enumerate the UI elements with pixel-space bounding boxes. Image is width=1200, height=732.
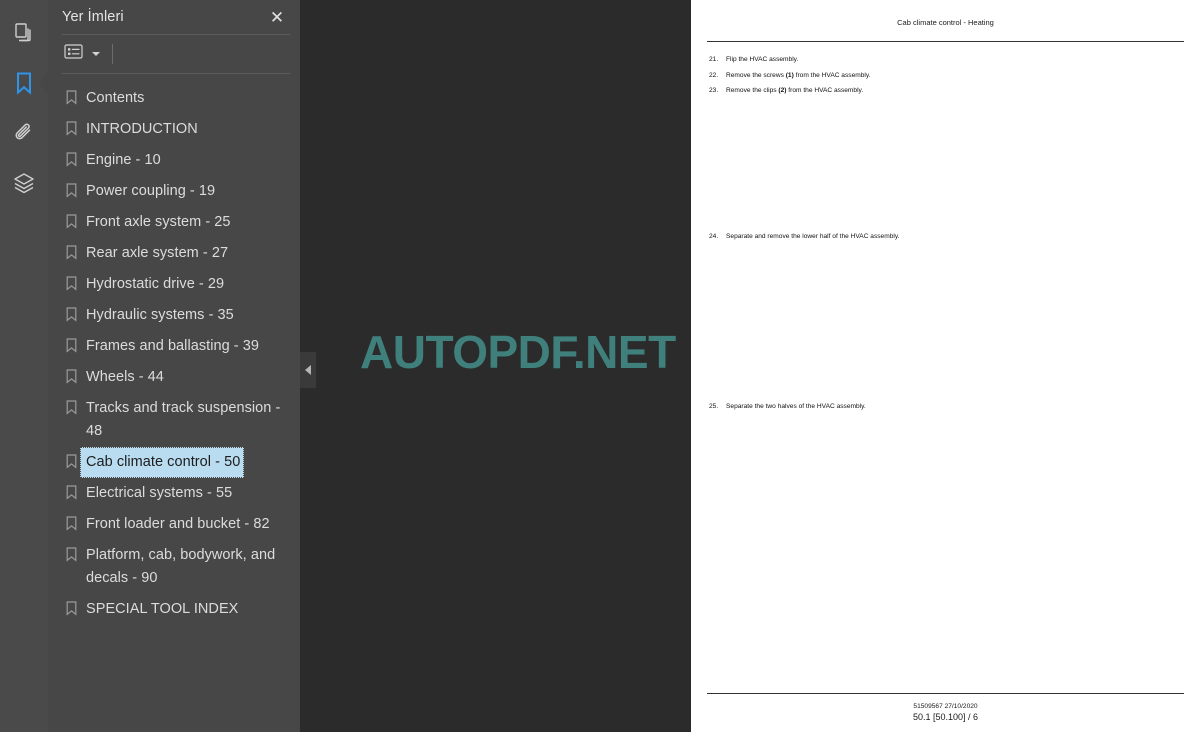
- bookmark-item-icon: [62, 207, 80, 229]
- bookmark-item-icon: [62, 300, 80, 322]
- bookmarks-toolbar: [48, 35, 300, 73]
- bookmark-item-label: Engine - 10: [86, 152, 161, 168]
- bookmark-item-9[interactable]: Wheels - 44: [48, 362, 300, 393]
- page-header-title: Cab climate control - Heating: [897, 18, 994, 27]
- step-text: Flip the HVAC assembly.: [726, 56, 799, 63]
- step-number: 25.: [709, 403, 719, 410]
- bookmark-item-7[interactable]: Hydraulic systems - 35: [48, 300, 300, 331]
- step-number: 21.: [709, 56, 719, 63]
- bookmark-item-icon: [62, 176, 80, 198]
- page-footer-line2: 50.1 [50.100] / 6: [912, 712, 979, 722]
- step-number: 24.: [709, 233, 719, 240]
- step-number: 23.: [709, 87, 719, 95]
- bookmark-item-label: Tracks and track suspension - 48: [86, 400, 281, 439]
- step-text: Separate the two halves of the HVAC asse…: [726, 403, 866, 410]
- bookmark-item-13[interactable]: Front loader and bucket - 82: [48, 509, 300, 540]
- bookmark-item-label: Rear axle system - 27: [86, 245, 229, 261]
- bookmark-item-icon: [62, 331, 80, 353]
- bookmarks-panel: Yer İmleri ✕ Contents INTRODUCTION Engin…: [48, 0, 316, 732]
- bookmarks-list[interactable]: Contents INTRODUCTION Engine - 10 Power cou…: [48, 74, 300, 732]
- procedure-step-4: 25. Separate the two halves of the HVAC a…: [709, 403, 959, 412]
- rail-bookmarks-icon-button[interactable]: [0, 58, 49, 108]
- attachment-icon: [13, 121, 35, 145]
- bookmark-item-1[interactable]: INTRODUCTION: [48, 114, 300, 145]
- bookmarks-panel-title: Yer İmleri: [62, 9, 124, 25]
- panel-collapse-button[interactable]: [300, 352, 316, 388]
- bookmark-item-label: Platform, cab, bodywork, and decals - 90: [86, 547, 276, 586]
- bookmark-item-icon: [62, 145, 80, 167]
- bookmark-item-12[interactable]: Electrical systems - 55: [48, 478, 300, 509]
- bookmark-item-label: Frames and ballasting - 39: [86, 338, 259, 354]
- bookmark-item-14[interactable]: Platform, cab, bodywork, and decals - 90: [48, 540, 300, 594]
- pages-icon: [13, 22, 35, 44]
- bookmark-item-icon: [62, 509, 80, 531]
- bookmark-item-0[interactable]: Contents: [48, 83, 300, 114]
- bookmark-icon: [14, 71, 34, 95]
- list-options-icon: [64, 44, 83, 64]
- bookmark-item-6[interactable]: Hydrostatic drive - 29: [48, 269, 300, 300]
- steps-group-1: 21. Flip the HVAC assembly. 22. Remove the …: [709, 56, 959, 103]
- bookmark-item-icon: [62, 393, 80, 415]
- bookmark-item-10[interactable]: Tracks and track suspension - 48: [48, 393, 300, 447]
- bookmark-item-icon: [62, 594, 80, 616]
- page-footer: 51509567 27/10/2020 50.1 [50.100] / 6: [691, 702, 1200, 722]
- rail-layers-icon-button[interactable]: [0, 158, 48, 208]
- bookmark-item-label: Front loader and bucket - 82: [86, 516, 270, 532]
- bookmark-item-label: Electrical systems - 55: [86, 485, 233, 501]
- bookmark-item-4[interactable]: Front axle system - 25: [48, 207, 300, 238]
- page-footer-line1: 51509567 27/10/2020: [913, 703, 978, 710]
- bookmark-options-button[interactable]: [61, 43, 86, 65]
- step-text: Separate and remove the lower half of th…: [726, 233, 900, 240]
- bookmark-item-15[interactable]: SPECIAL TOOL INDEX: [48, 594, 300, 625]
- procedure-step-2: 23. Remove the clips (2) from the HVAC as…: [709, 87, 959, 96]
- collapse-left-icon: [305, 365, 311, 375]
- bookmark-item-3[interactable]: Power coupling - 19: [48, 176, 300, 207]
- bookmark-item-label: Front axle system - 25: [86, 214, 231, 230]
- bookmark-item-label: Contents: [86, 90, 145, 106]
- procedure-step-3: 24. Separate and remove the lower half of…: [709, 233, 959, 242]
- bookmark-item-icon: [62, 447, 80, 469]
- rail-pages-icon-button[interactable]: [0, 8, 48, 58]
- page-bottom-rule: [707, 693, 1184, 694]
- bookmark-item-icon: [62, 238, 80, 260]
- toolbar-separator: [112, 44, 113, 64]
- bookmark-item-5[interactable]: Rear axle system - 27: [48, 238, 300, 269]
- pdf-viewer-area[interactable]: AUTOPDF.NET Cab climate control - Heatin…: [300, 0, 1200, 732]
- bookmark-item-label: Wheels - 44: [86, 369, 164, 385]
- bookmark-item-icon: [62, 362, 80, 384]
- layers-icon: [12, 172, 36, 194]
- close-icon[interactable]: ✕: [264, 4, 290, 30]
- step-text: Remove the screws (1) from the HVAC asse…: [726, 71, 871, 79]
- bookmark-item-label: Power coupling - 19: [86, 183, 216, 199]
- bookmark-item-label: INTRODUCTION: [86, 121, 198, 137]
- procedure-step-0: 21. Flip the HVAC assembly.: [709, 56, 959, 65]
- pdf-reader-window: Yer İmleri ✕ Contents INTRODUCTION Engin…: [0, 0, 1200, 732]
- page-top-rule: [707, 41, 1184, 42]
- steps-group-2: 24. Separate and remove the lower half of…: [709, 233, 959, 249]
- pdf-page: Cab climate control - Heating 21. Flip th…: [691, 0, 1200, 732]
- step-text: Remove the clips (2) from the HVAC assem…: [726, 87, 864, 95]
- chevron-down-icon: [92, 52, 100, 56]
- step-number: 22.: [709, 71, 719, 79]
- bookmark-item-icon: [62, 269, 80, 291]
- bookmark-item-11[interactable]: Cab climate control - 50: [48, 447, 300, 478]
- bookmark-item-label: Cab climate control - 50: [80, 447, 245, 478]
- steps-group-3: 25. Separate the two halves of the HVAC a…: [709, 403, 959, 419]
- bookmark-item-icon: [62, 83, 80, 105]
- bookmark-item-2[interactable]: Engine - 10: [48, 145, 300, 176]
- sidebar-icon-rail: [0, 0, 49, 732]
- bookmark-item-label: Hydrostatic drive - 29: [86, 276, 225, 292]
- bookmarks-panel-header: Yer İmleri ✕: [48, 0, 300, 34]
- procedure-step-1: 22. Remove the screws (1) from the HVAC a…: [709, 72, 959, 81]
- bookmark-item-icon: [62, 540, 80, 562]
- bookmark-options-dropdown[interactable]: [89, 43, 103, 65]
- bookmark-item-icon: [62, 114, 80, 136]
- watermark-text: AUTOPDF.NET: [360, 326, 676, 378]
- bookmark-item-label: Hydraulic systems - 35: [86, 307, 234, 323]
- rail-attachments-icon-button[interactable]: [0, 108, 48, 158]
- bookmark-item-8[interactable]: Frames and ballasting - 39: [48, 331, 300, 362]
- bookmark-item-label: SPECIAL TOOL INDEX: [86, 601, 239, 617]
- bookmark-item-icon: [62, 478, 80, 500]
